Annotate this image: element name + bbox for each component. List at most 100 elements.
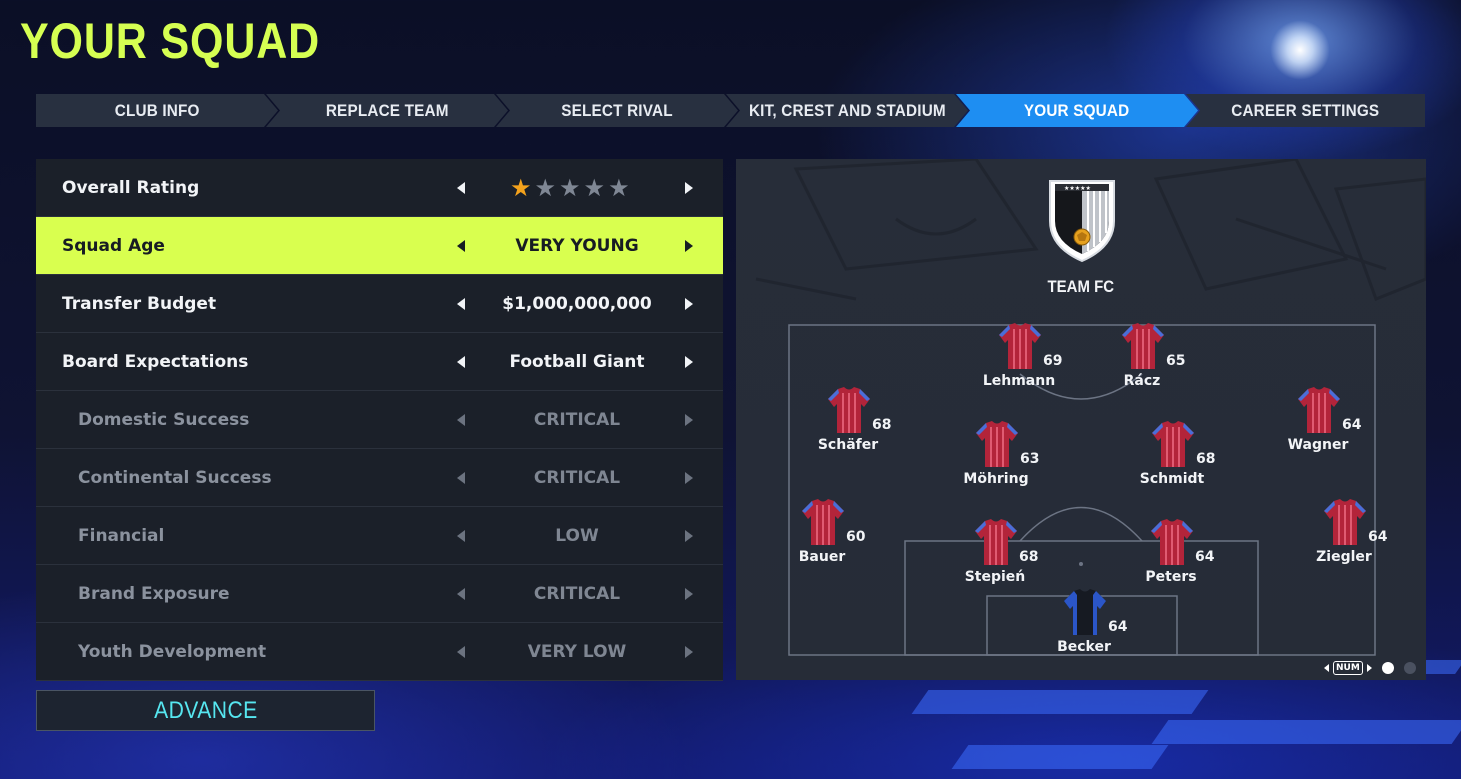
setting-value: VERY LOW: [527, 641, 627, 662]
jersey-icon: [975, 519, 1017, 565]
setting-label: Domestic Success: [78, 409, 250, 430]
arrow-left-icon[interactable]: [457, 297, 465, 310]
background-streak: [951, 745, 1169, 769]
player-rating: 68: [872, 417, 892, 433]
player-card[interactable]: 60 Bauer: [762, 499, 882, 569]
player-name: Schäfer: [817, 437, 879, 453]
player-name: Ziegler: [1316, 549, 1372, 565]
player-rating: 64: [1368, 529, 1388, 545]
arrow-right-icon: [685, 587, 693, 600]
star-filled-icon: ★: [510, 173, 532, 202]
squad-settings-list: Overall Rating ★ ★ ★ ★ ★ Squad Age VERY …: [36, 159, 723, 681]
step-career-settings[interactable]: CAREER SETTINGS: [1186, 94, 1425, 127]
jersey-icon: [828, 387, 870, 433]
step-label: REPLACE TEAM: [325, 100, 449, 120]
jersey-icon: [1122, 323, 1164, 369]
squad-preview-panel: ★★★★★ TEAM FC 69 Lehmann 65 Rácz 68 Schä…: [736, 159, 1426, 680]
setting-label: Financial: [78, 525, 165, 546]
arrow-left-icon[interactable]: [457, 181, 465, 194]
arrow-right-icon[interactable]: [685, 181, 693, 194]
background-streak: [911, 690, 1209, 714]
background-streak: [1151, 720, 1461, 744]
step-label: YOUR SQUAD: [1024, 100, 1130, 120]
jersey-icon: [999, 323, 1041, 369]
player-card[interactable]: 64 Becker: [1024, 589, 1144, 659]
setting-label: Transfer Budget: [62, 293, 217, 314]
player-card[interactable]: 65 Rácz: [1082, 323, 1202, 393]
setting-board-expectations[interactable]: Board Expectations Football Giant: [36, 333, 723, 391]
arrow-left-icon[interactable]: [457, 355, 465, 368]
num-toggle-badge[interactable]: NUM: [1333, 661, 1363, 675]
arrow-right-icon: [685, 529, 693, 542]
setting-financial: Financial LOW: [36, 507, 723, 565]
jersey-icon: [1152, 421, 1194, 467]
star-empty-icon: ★: [608, 173, 630, 202]
player-rating: 64: [1195, 549, 1215, 565]
arrow-left-icon: [457, 529, 465, 542]
advance-button[interactable]: ADVANCE: [36, 690, 375, 731]
player-rating: 69: [1043, 353, 1063, 369]
setting-continental-success: Continental Success CRITICAL: [36, 449, 723, 507]
arrow-right-icon[interactable]: [685, 355, 693, 368]
setting-transfer-budget[interactable]: Transfer Budget $1,000,000,000: [36, 275, 723, 333]
arrow-left-icon: [457, 471, 465, 484]
setting-value: LOW: [555, 525, 599, 546]
setting-value: CRITICAL: [533, 409, 621, 430]
setting-value: VERY YOUNG: [515, 235, 639, 256]
setting-squad-age[interactable]: Squad Age VERY YOUNG: [36, 217, 723, 275]
player-card[interactable]: 68 Stepień: [935, 519, 1055, 589]
setting-value: Football Giant: [509, 351, 645, 372]
pager: NUM: [1324, 659, 1416, 677]
player-rating: 68: [1196, 451, 1216, 467]
player-rating: 64: [1342, 417, 1362, 433]
step-kit-crest-stadium[interactable]: KIT, CREST AND STADIUM: [726, 94, 968, 127]
step-label: CAREER SETTINGS: [1231, 100, 1380, 120]
player-name: Becker: [1057, 639, 1111, 655]
player-name: Wagner: [1287, 437, 1349, 453]
player-rating: 64: [1108, 619, 1128, 635]
player-name: Möhring: [963, 471, 1029, 487]
setting-label: Overall Rating: [62, 177, 200, 198]
player-name: Bauer: [798, 549, 846, 565]
player-card[interactable]: 64 Wagner: [1258, 387, 1378, 457]
step-label: CLUB INFO: [114, 100, 200, 120]
team-name-text: TEAM FC: [1047, 277, 1115, 296]
player-name: Peters: [1145, 569, 1197, 585]
page-dot[interactable]: [1403, 662, 1416, 674]
player-card[interactable]: 69 Lehmann: [959, 323, 1079, 393]
team-name: TEAM FC: [736, 277, 1426, 297]
player-name: Lehmann: [982, 373, 1056, 389]
player-card[interactable]: 63 Möhring: [936, 421, 1056, 491]
setting-label: Brand Exposure: [78, 583, 230, 604]
player-rating: 65: [1166, 353, 1186, 369]
step-your-squad[interactable]: YOUR SQUAD: [956, 94, 1198, 127]
setting-youth-development: Youth Development VERY LOW: [36, 623, 723, 681]
page-dot-active[interactable]: [1381, 662, 1394, 674]
setting-value: CRITICAL: [533, 583, 621, 604]
arrow-right-icon[interactable]: [685, 239, 693, 252]
player-card[interactable]: 64 Peters: [1111, 519, 1231, 589]
step-navigation: CLUB INFO REPLACE TEAM SELECT RIVAL KIT,…: [36, 94, 1425, 127]
setting-label: Youth Development: [78, 641, 267, 662]
player-rating: 63: [1020, 451, 1040, 467]
step-club-info[interactable]: CLUB INFO: [36, 94, 278, 127]
player-name: Rácz: [1123, 373, 1161, 389]
arrow-left-icon: [457, 413, 465, 426]
team-crest: ★★★★★: [1049, 180, 1115, 263]
player-card[interactable]: 68 Schmidt: [1112, 421, 1232, 491]
setting-value: CRITICAL: [533, 467, 621, 488]
advance-label: ADVANCE: [153, 696, 258, 724]
arrow-left-icon[interactable]: [457, 239, 465, 252]
step-replace-team[interactable]: REPLACE TEAM: [266, 94, 508, 127]
player-card[interactable]: 68 Schäfer: [788, 387, 908, 457]
pager-right-icon[interactable]: [1366, 664, 1372, 672]
pager-left-icon[interactable]: [1324, 664, 1329, 672]
jersey-icon: [802, 499, 844, 545]
setting-brand-exposure: Brand Exposure CRITICAL: [36, 565, 723, 623]
step-select-rival[interactable]: SELECT RIVAL: [496, 94, 738, 127]
player-card[interactable]: 64 Ziegler: [1284, 499, 1404, 569]
star-empty-icon: ★: [583, 173, 606, 202]
arrow-right-icon: [685, 645, 693, 658]
setting-overall-rating[interactable]: Overall Rating ★ ★ ★ ★ ★: [36, 159, 723, 217]
arrow-right-icon[interactable]: [685, 297, 693, 310]
